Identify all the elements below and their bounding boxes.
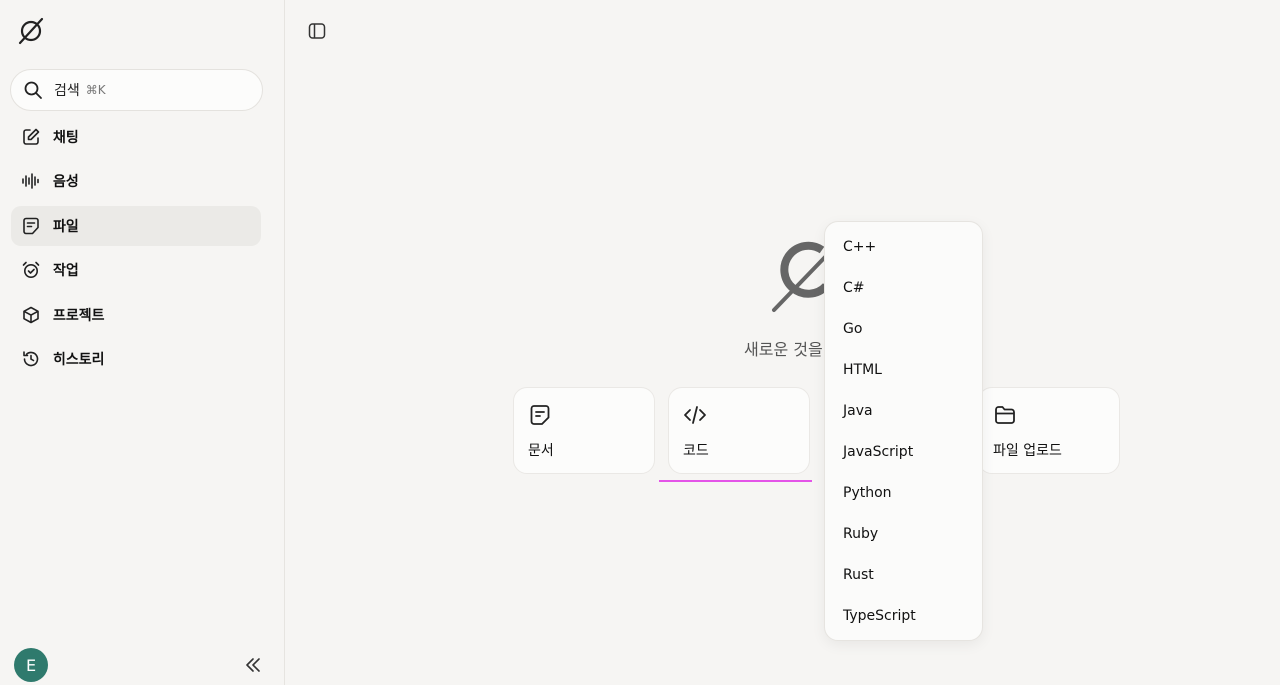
language-option-cpp[interactable]: C++ — [825, 226, 982, 267]
language-option-typescript[interactable]: TypeScript — [825, 595, 982, 636]
file-upload-card[interactable]: 파일 업로드 — [978, 387, 1120, 474]
sidebar-item-tasks[interactable]: 작업 — [11, 250, 261, 290]
search-bar[interactable]: 검색 ⌘K — [10, 69, 263, 111]
card-label: 파일 업로드 — [993, 443, 1062, 459]
search-icon — [24, 81, 42, 99]
sidebar-item-label: 작업 — [53, 263, 79, 280]
sidebar-item-voice[interactable]: 음성 — [11, 161, 261, 201]
edit-icon — [23, 128, 40, 145]
sidebar-item-files[interactable]: 파일 — [11, 205, 261, 246]
sidebar-nav: 채팅 음성 파일 작업 프로젝트 히스토리 — [11, 117, 261, 383]
card-label: 코드 — [683, 443, 709, 459]
search-shortcut: ⌘K — [85, 83, 106, 97]
language-option-python[interactable]: Python — [825, 472, 982, 513]
sidebar: 검색 ⌘K 채팅 음성 파일 작업 프로젝트 히스토리 E — [0, 0, 285, 685]
collapse-sidebar-icon[interactable] — [244, 656, 262, 674]
sidebar-item-projects[interactable]: 프로젝트 — [11, 295, 261, 335]
card-label: 문서 — [528, 443, 554, 459]
language-option-go[interactable]: Go — [825, 308, 982, 349]
avatar[interactable]: E — [14, 648, 48, 682]
code-card[interactable]: 코드 — [668, 387, 810, 474]
waveform-icon — [22, 173, 39, 190]
code-icon — [684, 406, 706, 424]
main-area: 새로운 것을 문서 코드 파일 업로드 C++ C# Go HTML Java … — [286, 0, 1280, 685]
sidebar-item-label: 음성 — [53, 174, 79, 191]
sidebar-item-label: 프로젝트 — [53, 307, 105, 324]
alarm-clock-icon — [22, 261, 40, 279]
language-option-csharp[interactable]: C# — [825, 267, 982, 308]
sidebar-toggle-icon[interactable] — [308, 22, 326, 40]
language-option-ruby[interactable]: Ruby — [825, 513, 982, 554]
sidebar-item-history[interactable]: 히스토리 — [11, 339, 261, 379]
document-icon — [530, 405, 550, 425]
language-option-rust[interactable]: Rust — [825, 554, 982, 595]
code-card-underline — [659, 480, 812, 482]
search-label: 검색 — [54, 83, 80, 99]
language-option-html[interactable]: HTML — [825, 349, 982, 390]
document-card[interactable]: 문서 — [513, 387, 655, 474]
sidebar-item-label: 파일 — [53, 218, 79, 235]
grok-logo-icon[interactable] — [16, 16, 46, 46]
language-option-javascript[interactable]: JavaScript — [825, 431, 982, 472]
tagline: 새로운 것을 — [744, 340, 823, 359]
language-option-java[interactable]: Java — [825, 390, 982, 431]
sidebar-item-label: 채팅 — [53, 130, 79, 146]
folder-icon — [995, 406, 1015, 424]
history-icon — [23, 351, 39, 367]
sidebar-item-label: 히스토리 — [53, 351, 105, 368]
language-dropdown: C++ C# Go HTML Java JavaScript Python Ru… — [824, 221, 983, 641]
cube-icon — [23, 306, 39, 323]
file-note-icon — [23, 217, 39, 235]
sidebar-item-chat[interactable]: 채팅 — [11, 117, 261, 157]
